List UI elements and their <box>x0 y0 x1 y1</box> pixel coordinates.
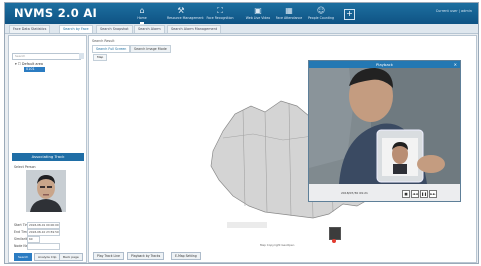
nav-home[interactable]: ⌂ Home <box>128 6 156 24</box>
calendar-icon: ▦ <box>285 6 293 15</box>
map-button[interactable]: Map <box>93 54 108 61</box>
tree-root-label: Default area <box>21 62 43 66</box>
tree-item-selected[interactable]: 0101 <box>24 67 45 72</box>
nav-face-attendance[interactable]: ▦ Face Attendance <box>275 6 303 23</box>
playback-video[interactable] <box>309 68 460 184</box>
node-name-field[interactable] <box>27 243 60 250</box>
playback-title: Playback <box>309 61 460 68</box>
playback-window: Playback ✕ 2018/07/30 09:21 ■ ◄◄ ❚❚ ►► <box>308 60 461 202</box>
nav-label: People Counting <box>308 16 334 20</box>
search-input[interactable]: Search <box>12 53 81 60</box>
fast-forward-button[interactable]: ►► <box>429 190 437 198</box>
playback-by-tracks-button[interactable]: Playback by Tracks <box>127 252 165 260</box>
expand-icon[interactable]: ▾ ☐ <box>15 62 22 66</box>
back-page-button[interactable]: Back page <box>59 253 83 261</box>
face-thumbnail[interactable] <box>26 170 66 212</box>
playback-controls: 2018/07/30 09:21 ■ ◄◄ ❚❚ ►► <box>309 184 460 201</box>
emap-setting-button[interactable]: E-Map Setting <box>171 252 201 260</box>
track-point-icon <box>332 239 336 243</box>
search-icon[interactable] <box>79 53 84 59</box>
nav-resource-management[interactable]: ⚒ Resource Management <box>167 6 204 23</box>
analyze-clip-button[interactable]: Analyze Clip <box>34 253 61 261</box>
nav-people-counting[interactable]: ☺ People Counting <box>307 6 335 23</box>
tab-search-alarm-management[interactable]: Search Alarm Management <box>167 25 222 33</box>
app-logo: NVMS 2.0 AI <box>14 6 98 20</box>
nav-label: Home <box>137 16 147 20</box>
map-copyright: Map Copyright GeoOpen <box>260 243 295 247</box>
rewind-button[interactable]: ◄◄ <box>411 190 419 198</box>
start-time-field[interactable]: 2018-08-01 00:00:00 <box>27 222 60 229</box>
nav-label: Face Recognition <box>206 16 234 20</box>
subtab-full-screen[interactable]: Search Full Screen <box>92 45 131 53</box>
playback-timestamp: 2018/07/30 09:21 <box>341 191 368 195</box>
nav-face-recognition[interactable]: ⛶ Face Recognition <box>206 6 234 23</box>
tab-search-alarm[interactable]: Search Alarm <box>134 25 165 33</box>
breadcrumb: Search Result <box>92 39 115 43</box>
tab-search-snapshot[interactable]: Search Snapshot <box>96 25 133 33</box>
subtab-image-mode[interactable]: Search Image Mode <box>130 45 171 53</box>
end-time-field[interactable]: 2018-08-10 23:59:59 <box>27 229 60 236</box>
play-track-line-button[interactable]: Play Track Line <box>93 252 124 260</box>
nav-label: Web Live Video <box>245 16 271 20</box>
tab-search-by-face[interactable]: Search by Face <box>59 25 93 33</box>
similarity-field[interactable]: 60 <box>27 236 40 243</box>
tab-face-data-statistics[interactable]: Face Data Statistics <box>9 25 51 33</box>
stop-button[interactable]: ■ <box>402 190 410 198</box>
section-title: Associating Track <box>12 153 84 161</box>
node-name-row: Node Name <box>14 243 60 250</box>
close-icon[interactable]: ✕ <box>454 61 457 68</box>
add-tab-button[interactable]: + <box>344 9 355 20</box>
nav-label: Face Attendance <box>275 16 303 20</box>
top-header: NVMS 2.0 AI ⌂ Home ⚒ Resource Management… <box>5 3 478 24</box>
tree-root[interactable]: ▾ ☐ Default area <box>15 62 43 66</box>
tools-icon: ⚒ <box>177 6 185 15</box>
start-time-row: Start Time 2018-08-01 00:00:00 <box>14 222 60 229</box>
camera-icon: ▣ <box>254 6 262 15</box>
pause-button[interactable]: ❚❚ <box>420 190 428 198</box>
end-time-row: End Time 2018-08-10 23:59:59 <box>14 229 60 236</box>
face-icon: ⛶ <box>217 6 223 15</box>
track-marker[interactable] <box>329 227 341 240</box>
nav-label: Resource Management <box>167 16 204 20</box>
nav-web-live-video[interactable]: ▣ Web Live Video <box>244 6 272 23</box>
left-panel: Search ▾ ☐ Default area 0101 Associating… <box>8 35 87 263</box>
search-button[interactable]: Search <box>14 253 33 261</box>
home-icon: ⌂ <box>139 6 145 15</box>
face-label: Select Person <box>14 165 36 169</box>
people-icon: ☺ <box>316 6 326 15</box>
app-window: NVMS 2.0 AI ⌂ Home ⚒ Resource Management… <box>4 2 479 264</box>
similarity-row: Similarity 60 <box>14 236 40 243</box>
user-info[interactable]: Current user | admin <box>436 9 472 13</box>
module-tabs: Face Data Statistics Search by Face Sear… <box>5 24 478 34</box>
